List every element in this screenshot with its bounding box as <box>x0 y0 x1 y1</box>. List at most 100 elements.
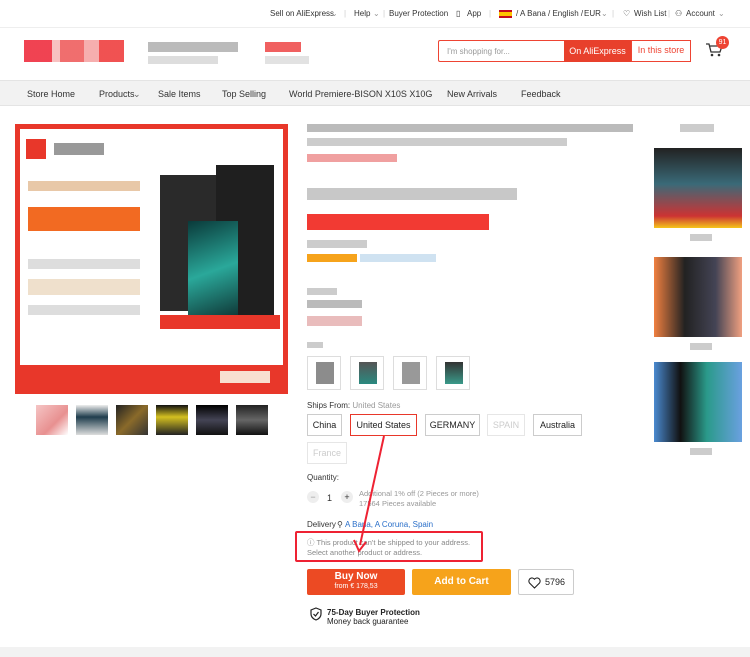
delivery-address-link[interactable]: A Bana, A Coruna, Spain <box>345 520 433 529</box>
stock-available-text: 17564 Pieces available <box>359 499 437 508</box>
recommend-label-blurred <box>680 124 714 132</box>
ship-option-spain[interactable]: SPAIN <box>487 414 525 436</box>
product-title-blurred <box>307 138 567 146</box>
nav-store-home[interactable]: Store Home <box>27 89 75 99</box>
wishlist-link[interactable]: Wish List <box>634 9 666 18</box>
recommend-price-blurred <box>690 448 712 455</box>
wishlist-button[interactable]: 5796 <box>518 569 574 595</box>
add-to-cart-button[interactable]: Add to Cart <box>412 569 511 595</box>
delivery-label: Delivery <box>307 520 336 529</box>
shield-check-icon <box>310 607 322 621</box>
ships-from-selected: United States <box>352 401 401 410</box>
color-swatch[interactable] <box>350 356 384 390</box>
color-label-blurred <box>307 342 323 348</box>
buy-now-button[interactable]: Buy Now from € 178,53 <box>307 569 405 595</box>
divider: | <box>489 9 492 18</box>
chevron-down-icon: ⌄ <box>133 89 141 99</box>
store-logo[interactable] <box>24 40 124 62</box>
buyer-protection-subtitle: Money back guarantee <box>327 617 409 626</box>
brand-badge <box>26 139 46 159</box>
search-aliexpress-button[interactable]: On AliExpress <box>564 40 631 62</box>
chevron-down-icon: ⌄ <box>718 9 725 18</box>
store-name-blurred <box>148 42 238 52</box>
store-rating-blurred <box>265 56 309 64</box>
product-thumbnail[interactable] <box>76 405 108 435</box>
quantity-decrease-button[interactable]: − <box>307 491 319 503</box>
color-swatch[interactable] <box>436 356 470 390</box>
ships-from-label: Ships From: United States <box>307 401 401 410</box>
product-thumbnail[interactable] <box>196 405 228 435</box>
store-badge-blurred <box>265 42 301 52</box>
divider: | <box>612 9 615 18</box>
sale-banner-blurred <box>307 214 489 230</box>
option-label-blurred <box>307 316 362 326</box>
ship-option-united-states[interactable]: United States <box>350 414 417 436</box>
promo-line-blurred <box>28 279 140 295</box>
promo-line-blurred <box>28 181 140 191</box>
promo-line-blurred <box>28 305 140 315</box>
ship-option-china[interactable]: China <box>307 414 342 436</box>
search-store-button[interactable]: In this store <box>631 40 691 62</box>
coupon-blurred <box>360 254 436 262</box>
buyer-protection-link[interactable]: Buyer Protection <box>389 9 448 18</box>
app-link[interactable]: App <box>467 9 481 18</box>
bulk-discount-text: Additional 1% off (2 Pieces or more) <box>359 489 479 498</box>
product-thumbnail[interactable] <box>236 405 268 435</box>
promo-banner-blurred <box>28 207 140 231</box>
location-pin-icon: ⚲ <box>337 520 343 529</box>
color-swatch[interactable] <box>393 356 427 390</box>
top-bar: Sell on AliExpress ⌄ | Help ⌄ | Buyer Pr… <box>0 0 750 28</box>
price-blurred <box>307 188 517 200</box>
discount-blurred <box>307 240 367 248</box>
chevron-down-icon: ⌄ <box>331 9 338 18</box>
nav-sale-items[interactable]: Sale Items <box>158 89 201 99</box>
nav-products[interactable]: Products <box>99 89 135 99</box>
product-thumbnail[interactable] <box>116 405 148 435</box>
quantity-value[interactable]: 1 <box>327 493 332 503</box>
currency-selector[interactable]: EUR <box>584 9 601 18</box>
recommend-price-blurred <box>690 234 712 241</box>
nav-top-selling[interactable]: Top Selling <box>222 89 266 99</box>
recommended-product[interactable] <box>654 148 742 228</box>
wishlist-count: 5796 <box>545 577 566 587</box>
product-title-blurred <box>307 124 633 132</box>
help-link[interactable]: Help <box>354 9 370 18</box>
option-label-blurred <box>307 288 337 295</box>
search-input[interactable]: I'm shopping for... <box>438 40 564 62</box>
product-thumbnail[interactable] <box>156 405 188 435</box>
quantity-increase-button[interactable]: + <box>341 491 353 503</box>
product-thumbnail[interactable] <box>36 405 68 435</box>
color-swatch[interactable] <box>307 356 341 390</box>
store-nav: Store Home Products ⌄ Sale Items Top Sel… <box>0 80 750 106</box>
phone-screen-image <box>188 221 238 321</box>
heart-icon: ♡ <box>623 9 631 18</box>
ship-option-germany[interactable]: GERMANY <box>425 414 480 436</box>
user-icon: ⚇ <box>675 9 683 18</box>
option-label-blurred <box>307 300 362 308</box>
shipping-warning: ⓘ This product can't be shipped to your … <box>307 538 471 557</box>
brand-text-blurred <box>54 143 104 155</box>
ship-option-france[interactable]: France <box>307 442 347 464</box>
phone-icon: ▯ <box>456 9 461 18</box>
promo-ribbon <box>160 315 280 329</box>
image-footer-tag <box>220 371 270 383</box>
product-main-image[interactable] <box>15 124 288 394</box>
nav-new-arrivals[interactable]: New Arrivals <box>447 89 497 99</box>
heart-icon <box>528 577 541 589</box>
ship-option-australia[interactable]: Australia <box>533 414 582 436</box>
rating-blurred <box>307 154 397 162</box>
divider: | <box>344 9 347 18</box>
nav-feedback[interactable]: Feedback <box>521 89 561 99</box>
info-icon: ⓘ <box>307 538 315 547</box>
locale-selector[interactable]: / A Bana / English / <box>516 9 583 18</box>
sell-link[interactable]: Sell on AliExpress <box>270 9 334 18</box>
cart-count-badge: 91 <box>716 36 729 49</box>
recommended-product[interactable] <box>654 362 742 442</box>
account-link[interactable]: Account <box>686 9 715 18</box>
recommended-product[interactable] <box>654 257 742 337</box>
promo-line-blurred <box>28 259 140 269</box>
nav-world-premiere[interactable]: World Premiere-BISON X10S X10G <box>289 89 432 99</box>
quantity-label: Quantity: <box>307 473 340 482</box>
chevron-down-icon: ⌄ <box>601 9 608 18</box>
chevron-down-icon: ⌄ <box>373 9 380 18</box>
